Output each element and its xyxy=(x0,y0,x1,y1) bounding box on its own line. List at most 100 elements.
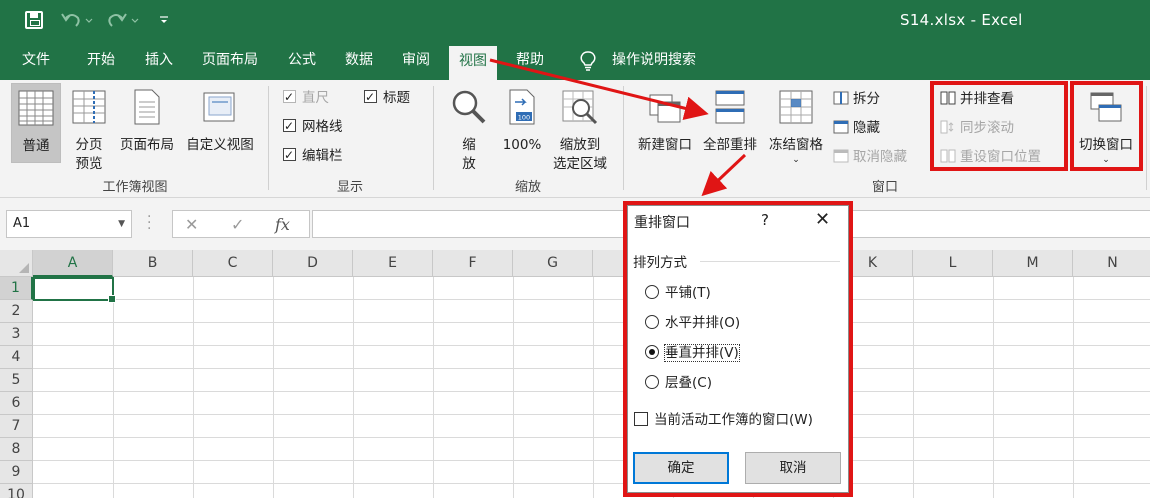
new-window-label: 新建窗口 xyxy=(638,137,692,153)
arrange-all-button[interactable]: 全部重排 xyxy=(698,88,762,155)
tab-home[interactable]: 开始 xyxy=(77,42,125,80)
tab-view[interactable]: 视图 xyxy=(449,46,497,80)
insert-function-icon[interactable]: fx xyxy=(275,215,290,234)
group-label-zoom: 缩放 xyxy=(514,180,541,195)
group-separator xyxy=(268,86,269,190)
row-header-3[interactable]: 3 xyxy=(0,323,33,346)
save-icon[interactable] xyxy=(25,11,43,29)
normal-view-icon xyxy=(18,90,54,126)
freeze-panes-label: 冻结窗格 xyxy=(769,137,823,153)
column-header-f[interactable]: F xyxy=(433,250,513,277)
title-bar: S14.xlsx - Excel xyxy=(0,0,1150,42)
column-header-m[interactable]: M xyxy=(993,250,1073,277)
tab-page-layout[interactable]: 页面布局 xyxy=(192,42,268,80)
column-header-b[interactable]: B xyxy=(113,250,193,277)
undo-icon[interactable] xyxy=(60,10,94,30)
ruler-label: 直尺 xyxy=(302,90,329,106)
column-header-d[interactable]: D xyxy=(273,250,353,277)
page-break-preview-button[interactable]: 分页 预览 xyxy=(66,88,112,174)
freeze-panes-button[interactable]: 冻结窗格 ⌄ xyxy=(764,88,828,165)
highlight-switch-windows xyxy=(1070,81,1143,171)
zoom-button[interactable]: 缩 放 xyxy=(448,88,490,174)
row-header-8[interactable]: 8 xyxy=(0,438,33,461)
name-box-value: A1 xyxy=(13,216,31,231)
cancel-icon[interactable]: ✕ xyxy=(185,215,198,234)
new-window-button[interactable]: 新建窗口 xyxy=(634,88,696,155)
tab-review[interactable]: 审阅 xyxy=(392,42,440,80)
gridline xyxy=(33,368,1150,369)
chevron-down-icon: ⌄ xyxy=(792,155,800,165)
column-header-c[interactable]: C xyxy=(193,250,273,277)
row-header-4[interactable]: 4 xyxy=(0,346,33,369)
column-header-n[interactable]: N xyxy=(1073,250,1150,277)
page-break-preview-icon xyxy=(72,90,106,124)
window-title: S14.xlsx - Excel xyxy=(900,11,1023,29)
gridline xyxy=(353,277,354,498)
name-box[interactable]: A1 ▼ xyxy=(6,210,132,238)
formula-bar-checkbox[interactable]: 编辑栏 xyxy=(283,145,343,166)
worksheet-grid[interactable]: ABCDEFGHIJKLMN12345678910 xyxy=(0,250,1150,498)
tab-formulas[interactable]: 公式 xyxy=(278,42,326,80)
gridline xyxy=(33,322,1150,323)
tab-help[interactable]: 帮助 xyxy=(506,42,554,80)
zoom-selection-label-1: 缩放到 xyxy=(559,137,601,153)
tab-file[interactable]: 文件 xyxy=(12,42,60,80)
page-break-label-2: 预览 xyxy=(75,156,103,172)
column-header-a[interactable]: A xyxy=(33,250,113,277)
column-header-g[interactable]: G xyxy=(513,250,593,277)
row-header-9[interactable]: 9 xyxy=(0,461,33,484)
active-cell-a1[interactable] xyxy=(33,277,116,303)
new-window-icon xyxy=(649,94,681,123)
split-button[interactable]: 拆分 xyxy=(833,88,880,110)
column-header-l[interactable]: L xyxy=(913,250,993,277)
redo-icon[interactable] xyxy=(106,10,140,30)
row-header-6[interactable]: 6 xyxy=(0,392,33,415)
select-all-corner[interactable] xyxy=(0,250,33,277)
gridlines-checkbox-box xyxy=(283,116,296,136)
page-layout-icon xyxy=(134,89,160,125)
magnifier-icon xyxy=(452,90,486,124)
group-label-workbook-views: 工作簿视图 xyxy=(102,180,168,195)
page-layout-view-button[interactable]: 页面布局 xyxy=(115,88,179,155)
gridline xyxy=(33,414,1150,415)
ruler-checkbox-box xyxy=(283,87,296,107)
gridline xyxy=(33,483,1150,484)
row-header-1[interactable]: 1 xyxy=(0,277,33,300)
row-header-7[interactable]: 7 xyxy=(0,415,33,438)
gridline xyxy=(193,277,194,498)
tell-me-search[interactable]: 操作说明搜索 xyxy=(602,42,706,80)
group-label-show: 显示 xyxy=(336,180,363,195)
row-header-2[interactable]: 2 xyxy=(0,300,33,323)
enter-icon[interactable]: ✓ xyxy=(231,215,244,234)
gridlines-checkbox[interactable]: 网格线 xyxy=(283,116,343,137)
group-label-window: 窗口 xyxy=(871,180,898,195)
drag-handle-icon[interactable]: · · · xyxy=(147,210,151,236)
arrange-all-label: 全部重排 xyxy=(703,137,757,153)
hide-icon xyxy=(833,120,849,134)
ruler-checkbox[interactable]: 直尺 xyxy=(283,87,329,108)
group-separator xyxy=(623,86,624,190)
gridline xyxy=(273,277,274,498)
zoom-100-label: 100% xyxy=(502,137,542,153)
normal-view-label: 普通 xyxy=(22,138,50,154)
normal-view-button[interactable]: 普通 xyxy=(11,83,61,163)
row-header-10[interactable]: 10 xyxy=(0,484,33,498)
custom-views-button[interactable]: 自定义视图 xyxy=(180,88,260,155)
gridline xyxy=(1073,277,1074,498)
hide-button[interactable]: 隐藏 xyxy=(833,117,880,139)
row-header-5[interactable]: 5 xyxy=(0,369,33,392)
zoom-to-selection-button[interactable]: 缩放到 选定区域 xyxy=(548,88,612,174)
highlight-dialog xyxy=(623,201,853,497)
gridline xyxy=(993,277,994,498)
tab-insert[interactable]: 插入 xyxy=(135,42,183,80)
highlight-side-by-side-group xyxy=(930,81,1068,171)
gridline xyxy=(33,299,1150,300)
zoom-100-button[interactable]: 100 100% xyxy=(498,88,546,155)
page-break-label-1: 分页 xyxy=(75,137,103,153)
split-label: 拆分 xyxy=(853,91,880,107)
column-header-e[interactable]: E xyxy=(353,250,433,277)
zoom-selection-label-2: 选定区域 xyxy=(553,156,607,172)
tab-data[interactable]: 数据 xyxy=(335,42,383,80)
unhide-button[interactable]: 取消隐藏 xyxy=(833,146,907,168)
headings-checkbox[interactable]: 标题 xyxy=(364,87,410,108)
